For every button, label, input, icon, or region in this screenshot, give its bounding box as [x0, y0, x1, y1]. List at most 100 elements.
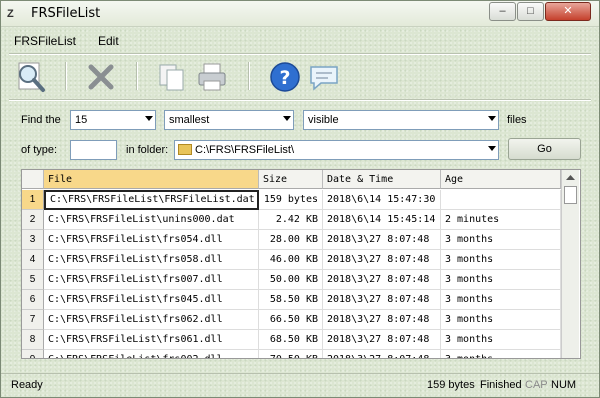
table-cell-file[interactable]: C:\FRS\FRSFileList\frs062.dll [44, 310, 259, 330]
table-cell-age[interactable]: 3 months [441, 350, 561, 358]
table-cell-date[interactable]: 2018\3\27 8:07:48 [323, 310, 441, 330]
row-number[interactable]: 6 [22, 290, 44, 310]
status-num: NUM [551, 379, 577, 391]
column-header-file[interactable]: File [44, 170, 259, 189]
status-text: Ready [11, 379, 43, 391]
corner-header [22, 170, 44, 189]
toolbar: ? [1, 56, 599, 98]
files-label: files [507, 114, 527, 126]
table-cell-date[interactable]: 2018\6\14 15:45:14 [323, 210, 441, 230]
table-cell-size[interactable]: 58.50 KB [259, 290, 323, 310]
table-cell-file[interactable]: C:\FRS\FRSFileList\unins000.dat [44, 210, 259, 230]
table-cell-size[interactable]: 159 bytes [259, 190, 323, 210]
chevron-down-icon [145, 116, 153, 121]
table-cell-age[interactable] [441, 190, 561, 210]
row-number[interactable]: 5 [22, 270, 44, 290]
table-cell-file[interactable]: C:\FRS\FRSFileList\frs007.dll [44, 270, 259, 290]
copy-icon[interactable] [154, 59, 190, 95]
menu-bar: FRSFileList Edit [1, 30, 599, 52]
chevron-down-icon [488, 146, 496, 151]
chevron-down-icon [283, 116, 291, 121]
status-state: Finished [480, 379, 522, 391]
app-icon: Z [7, 8, 14, 20]
column-header-date[interactable]: Date & Time [323, 170, 441, 189]
row-number[interactable]: 1 [22, 190, 44, 210]
table-cell-date[interactable]: 2018\3\27 8:07:48 [323, 250, 441, 270]
count-value: 15 [75, 114, 88, 126]
type-label: of type: [21, 144, 58, 156]
maximize-button[interactable]: □ [517, 2, 544, 21]
folder-label: in folder: [126, 144, 169, 156]
table-cell-file[interactable]: C:\FRS\FRSFileList\frs045.dll [44, 290, 259, 310]
table-cell-file[interactable]: C:\FRS\FRSFileList\frs002.dll [44, 350, 259, 358]
row-number[interactable]: 9 [22, 350, 44, 358]
table-cell-age[interactable]: 3 months [441, 330, 561, 350]
close-button[interactable]: ✕ [545, 2, 591, 21]
search-icon[interactable] [13, 59, 49, 95]
table-cell-size[interactable]: 50.00 KB [259, 270, 323, 290]
row-number[interactable]: 3 [22, 230, 44, 250]
status-cap: CAP [525, 379, 548, 391]
minimize-button[interactable]: – [489, 2, 516, 21]
table-cell-age[interactable]: 3 months [441, 290, 561, 310]
table-cell-date[interactable]: 2018\3\27 8:07:48 [323, 290, 441, 310]
table-cell-size[interactable]: 46.00 KB [259, 250, 323, 270]
table-cell-file[interactable]: C:\FRS\FRSFileList\frs054.dll [44, 230, 259, 250]
order-value: smallest [169, 114, 210, 126]
file-grid: File Size Date & Time Age 1 C:\FRS\FRSFil… [21, 169, 581, 359]
table-cell-size[interactable]: 28.00 KB [259, 230, 323, 250]
table-cell-date[interactable]: 2018\3\27 8:07:48 [323, 330, 441, 350]
row-number[interactable]: 4 [22, 250, 44, 270]
menu-edit[interactable]: Edit [98, 34, 119, 48]
menu-frsfilelist[interactable]: FRSFileList [14, 34, 76, 48]
visibility-value: visible [308, 114, 339, 126]
go-button[interactable]: Go [508, 138, 581, 160]
table-cell-age[interactable]: 3 months [441, 310, 561, 330]
order-select[interactable]: smallest [164, 110, 294, 130]
folder-select[interactable]: C:\FRS\FRSFileList\ [174, 140, 499, 160]
table-cell-date[interactable]: 2018\6\14 15:47:30 [323, 190, 441, 210]
status-bar: Ready 159 bytes Finished CAP NUM [1, 373, 599, 397]
status-size: 159 bytes [427, 379, 475, 391]
table-cell-date[interactable]: 2018\3\27 8:07:48 [323, 230, 441, 250]
toolbar-separator [65, 62, 67, 90]
scroll-up-icon[interactable] [564, 172, 577, 184]
table-cell-age[interactable]: 3 months [441, 270, 561, 290]
delete-icon[interactable] [83, 59, 119, 95]
count-select[interactable]: 15 [70, 110, 156, 130]
column-header-size[interactable]: Size [259, 170, 323, 189]
table-cell-file[interactable]: C:\FRS\FRSFileList\frs058.dll [44, 250, 259, 270]
type-input[interactable] [70, 140, 117, 160]
toolbar-divider [9, 99, 591, 101]
table-cell-date[interactable]: 2018\3\27 8:07:48 [323, 270, 441, 290]
help-icon[interactable]: ? [267, 59, 303, 95]
row-number[interactable]: 2 [22, 210, 44, 230]
title-bar: Z FRSFileList – □ ✕ [1, 1, 599, 27]
column-header-age[interactable]: Age [441, 170, 561, 189]
chevron-down-icon [488, 116, 496, 121]
menu-divider [9, 53, 591, 55]
table-cell-age[interactable]: 3 months [441, 230, 561, 250]
find-label: Find the [21, 114, 61, 126]
folder-value: C:\FRS\FRSFileList\ [195, 144, 295, 156]
table-cell-size[interactable]: 2.42 KB [259, 210, 323, 230]
table-cell-file[interactable]: C:\FRS\FRSFileList\frs061.dll [44, 330, 259, 350]
row-number[interactable]: 8 [22, 330, 44, 350]
vertical-scrollbar[interactable] [561, 170, 579, 358]
table-cell-size[interactable]: 66.50 KB [259, 310, 323, 330]
table-cell-date[interactable]: 2018\3\27 8:07:48 [323, 350, 441, 358]
toolbar-separator [248, 62, 250, 90]
visibility-select[interactable]: visible [303, 110, 499, 130]
table-cell-size[interactable]: 68.50 KB [259, 330, 323, 350]
folder-icon [178, 144, 192, 155]
table-cell-age[interactable]: 3 months [441, 250, 561, 270]
table-cell-file[interactable]: C:\FRS\FRSFileList\FRSFileList.dat [44, 190, 259, 210]
svg-text:?: ? [279, 67, 290, 89]
comment-icon[interactable] [306, 59, 342, 95]
table-cell-age[interactable]: 2 minutes [441, 210, 561, 230]
print-icon[interactable] [194, 59, 230, 95]
app-window: Z FRSFileList – □ ✕ FRSFileList Edit ? F… [0, 0, 600, 398]
row-number[interactable]: 7 [22, 310, 44, 330]
scroll-thumb[interactable] [564, 186, 577, 204]
table-cell-size[interactable]: 70.50 KB [259, 350, 323, 358]
